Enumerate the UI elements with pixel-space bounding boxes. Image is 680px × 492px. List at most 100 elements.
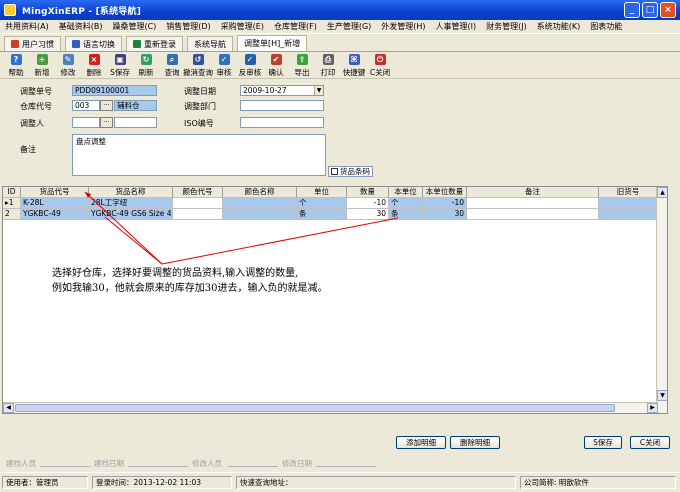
table-cell[interactable] — [599, 209, 658, 220]
toolbar-button-0[interactable]: ? 帮助 — [4, 53, 28, 78]
toolbar-button-6[interactable]: ⌕ 查询 — [160, 53, 184, 78]
toolbar-button-3[interactable]: × 删除 — [82, 53, 106, 78]
table-cell[interactable]: 个 — [389, 198, 423, 209]
table-cell[interactable]: 30 — [423, 209, 467, 220]
add-detail-button[interactable]: 添加明细 — [396, 436, 446, 449]
warehouse-lookup-button[interactable]: ··· — [100, 100, 113, 111]
date-field[interactable]: 2009-10-27 ▼ — [240, 85, 324, 96]
toolbar-button-8[interactable]: ✓ 审核 — [212, 53, 236, 78]
menu-item-6[interactable]: 生产管理(G) — [322, 21, 376, 32]
menu-item-10[interactable]: 系统功能(K) — [532, 21, 586, 32]
toolbar-button-14[interactable]: ⏻ C关闭 — [368, 53, 392, 78]
title-bar: MingXinERP - [系统导航] _ □ × — [0, 0, 680, 20]
checkbox-icon[interactable] — [331, 168, 338, 175]
table-cell[interactable] — [173, 198, 223, 209]
save-button[interactable]: S保存 — [584, 436, 622, 449]
remark-field[interactable]: 盘点调整 — [72, 134, 326, 176]
tab-3[interactable]: 系统导航 — [187, 36, 233, 51]
menu-item-5[interactable]: 仓库管理(F) — [269, 21, 322, 32]
dept-field[interactable] — [240, 100, 324, 111]
toolbar-button-10[interactable]: ✔ 确认 — [264, 53, 288, 78]
toolbar-button-4[interactable]: ▣ S保存 — [108, 53, 132, 78]
table-cell[interactable]: -10 — [423, 198, 467, 209]
print-icon: ⎙ — [322, 54, 334, 65]
menu-item-7[interactable]: 外发管理(H) — [376, 21, 430, 32]
table-cell[interactable]: K-28L — [21, 198, 89, 209]
column-header[interactable]: ID — [3, 187, 21, 198]
delete-detail-button[interactable]: 删除明细 — [450, 436, 500, 449]
close-icon[interactable]: × — [660, 2, 676, 18]
table-cell[interactable] — [599, 198, 658, 209]
toolbar-button-7[interactable]: ↺ 撤消查询 — [183, 53, 213, 78]
table-cell[interactable]: 个 — [297, 198, 347, 209]
tab-4[interactable]: 调整单[H]_新增 — [237, 35, 308, 51]
menu-item-1[interactable]: 基础资料(B) — [54, 21, 108, 32]
column-header[interactable]: 颜色代号 — [173, 187, 223, 198]
column-header[interactable]: 本单位 — [389, 187, 423, 198]
barcode-checkbox[interactable]: 货品条码 — [328, 166, 373, 177]
menu-item-0[interactable]: 共用资料(A) — [0, 21, 54, 32]
table-row[interactable]: ▸1 K-28L 28L工字纽个 -10 个 -10 — [3, 198, 667, 209]
export-icon: ⇪ — [296, 54, 308, 65]
column-header[interactable]: 单位 — [297, 187, 347, 198]
scroll-right-icon[interactable]: ▶ — [647, 403, 658, 413]
scroll-thumb[interactable] — [15, 404, 615, 412]
warehouse-code-field[interactable]: 003 — [72, 100, 100, 111]
table-cell[interactable]: -10 — [347, 198, 389, 209]
menu-item-2[interactable]: 躁桑管理(C) — [107, 21, 161, 32]
toolbar-button-1[interactable]: + 新增 — [30, 53, 54, 78]
tab-0[interactable]: 用户习惯 — [4, 36, 61, 51]
table-row[interactable]: 2 YGKBC-49 YGKBC-49 GS6 Size 4 A 条 30 条 30 — [3, 209, 667, 220]
scroll-up-icon[interactable]: ▲ — [657, 187, 667, 198]
toolbar-button-9[interactable]: ✓ 反审核 — [238, 53, 262, 78]
column-header[interactable]: 颜色名称 — [223, 187, 297, 198]
column-header[interactable]: 旧货号 — [599, 187, 658, 198]
scroll-left-icon[interactable]: ◀ — [3, 403, 14, 413]
table-cell[interactable]: 30 — [347, 209, 389, 220]
status-company: 公司简称: 明歆软件 — [520, 476, 676, 489]
menu-item-3[interactable]: 销售管理(D) — [161, 21, 215, 32]
table-cell[interactable]: ▸1 — [3, 198, 21, 209]
table-cell[interactable] — [173, 209, 223, 220]
person-lookup-button[interactable]: ··· — [100, 117, 113, 128]
scroll-down-icon[interactable]: ▼ — [657, 390, 667, 401]
remark-label: 备注 — [20, 145, 36, 154]
menu-item-4[interactable]: 采购管理(E) — [216, 21, 269, 32]
table-cell[interactable]: 2 — [3, 209, 21, 220]
toolbar-button-2[interactable]: ✎ 修改 — [56, 53, 80, 78]
toolbar-button-5[interactable]: ↻ 刷新 — [134, 53, 158, 78]
table-cell[interactable]: YGKBC-49 GS6 Size 4 A — [89, 209, 173, 220]
toolbar-button-13[interactable]: ⌘ 快捷键 — [342, 53, 366, 78]
column-header[interactable]: 数量 — [347, 187, 389, 198]
table-cell[interactable]: 28L工字纽 — [89, 198, 173, 209]
toolbar-button-12[interactable]: ⎙ 打印 — [316, 53, 340, 78]
vertical-scrollbar[interactable]: ▲ ▼ — [656, 187, 667, 413]
close-button[interactable]: C关闭 — [630, 436, 670, 449]
toolbar-button-11[interactable]: ⇪ 导出 — [290, 53, 314, 78]
table-cell[interactable]: YGKBC-49 — [21, 209, 89, 220]
person-field[interactable] — [72, 117, 100, 128]
table-cell[interactable] — [467, 209, 599, 220]
horizontal-scrollbar[interactable]: ◀ ▶ — [3, 402, 658, 413]
iso-field[interactable] — [240, 117, 324, 128]
column-header[interactable]: 货品名称 — [89, 187, 173, 198]
status-quick-query[interactable]: 快速查询地址： — [236, 476, 516, 489]
column-header[interactable]: 本单位数量 — [423, 187, 467, 198]
column-header[interactable]: 货品代号 — [21, 187, 89, 198]
table-cell[interactable] — [223, 209, 297, 220]
column-header[interactable]: 备注 — [467, 187, 599, 198]
toolbar-label: 帮助 — [8, 68, 24, 77]
menu-item-11[interactable]: 图表功能 — [585, 21, 627, 32]
table-cell[interactable]: 条 — [297, 209, 347, 220]
chevron-down-icon[interactable]: ▼ — [314, 86, 323, 95]
menu-item-8[interactable]: 人事管理(I) — [431, 21, 482, 32]
doc-no-field[interactable]: PDD09100001 — [72, 85, 157, 96]
tab-1[interactable]: 语言切换 — [65, 36, 122, 51]
table-cell[interactable] — [467, 198, 599, 209]
maximize-icon[interactable]: □ — [642, 2, 658, 18]
tab-2[interactable]: 重新登录 — [126, 36, 183, 51]
menu-item-9[interactable]: 财务管理(J) — [481, 21, 532, 32]
minimize-icon[interactable]: _ — [624, 2, 640, 18]
table-cell[interactable]: 条 — [389, 209, 423, 220]
table-cell[interactable] — [223, 198, 297, 209]
